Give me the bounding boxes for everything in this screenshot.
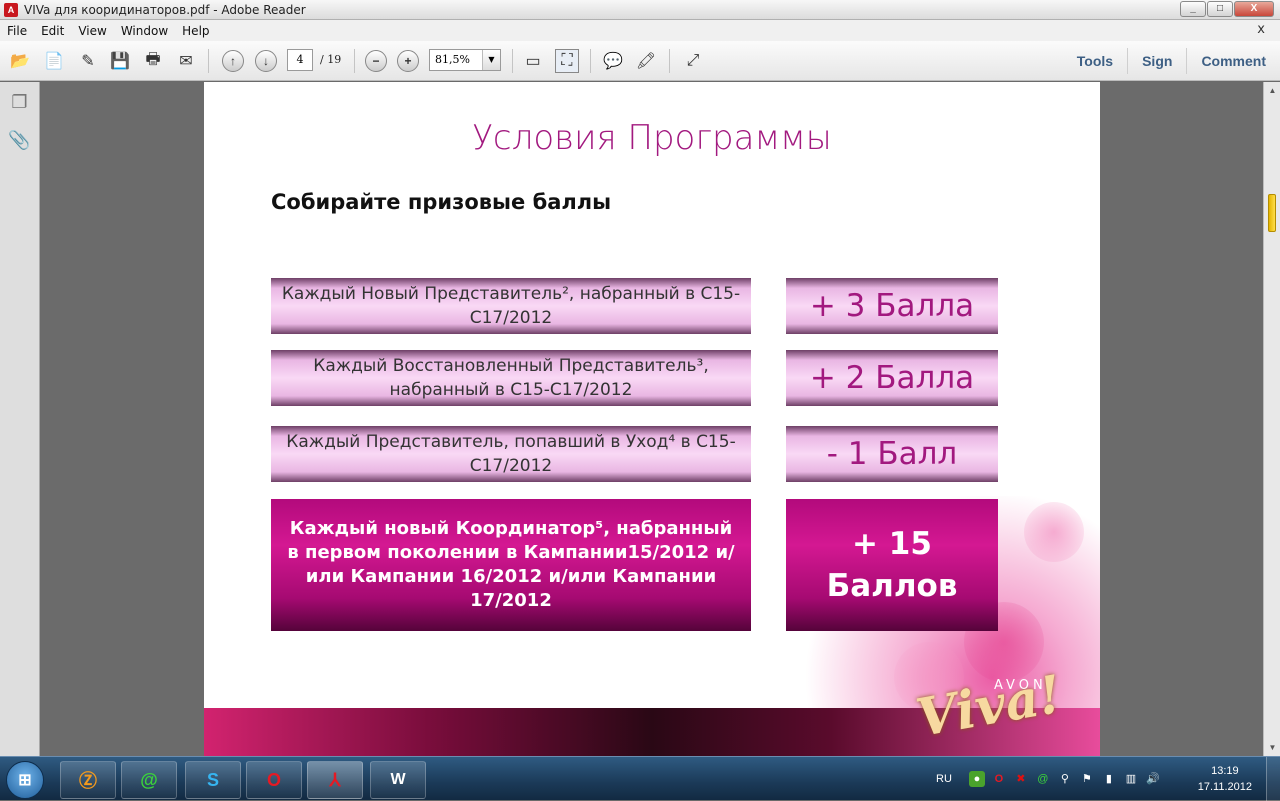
condition-new-coordinator: Каждый новый Координатор⁵, набранный в п… <box>271 499 751 631</box>
scroll-down-icon[interactable]: ▼ <box>1264 739 1280 756</box>
points-departed-representative: - 1 Балл <box>786 426 998 482</box>
print-icon[interactable]: 🖶 <box>141 49 165 73</box>
arrow-up-icon: ↑ <box>222 50 244 72</box>
zoom-out-button[interactable]: − <box>364 49 388 73</box>
menu-bar: File Edit View Window Help x <box>0 20 1280 41</box>
previous-page-button[interactable]: ↑ <box>221 49 245 73</box>
email-icon[interactable]: ✉ <box>174 49 198 73</box>
avon-logo: AVON <box>994 678 1047 693</box>
adobe-reader-taskbar-icon[interactable]: ⅄ <box>307 761 363 799</box>
system-tray: RU ● O ✖ @ ⚲ ⚑ ▮ ▥ 🔊 <box>936 757 1164 801</box>
create-pdf-icon[interactable]: 📄 <box>42 49 66 73</box>
clock-time: 13:19 <box>1211 765 1239 777</box>
next-page-button[interactable]: ↓ <box>254 49 278 73</box>
zoom-level-select[interactable]: 81,5% ▼ <box>429 49 501 71</box>
page-separator: / <box>320 53 324 66</box>
chevron-down-icon[interactable]: ▼ <box>482 50 500 70</box>
fit-width-icon[interactable]: ⛶ <box>555 49 579 73</box>
clock-date: 17.11.2012 <box>1197 781 1252 793</box>
menu-edit[interactable]: Edit <box>34 24 71 38</box>
minimize-button[interactable]: _ <box>1180 1 1206 17</box>
open-icon[interactable]: 📂 <box>8 49 32 73</box>
battery-icon[interactable]: ▮ <box>1101 771 1117 787</box>
toolbar-separator <box>208 49 209 73</box>
toolbar-separator <box>669 49 670 73</box>
fit-page-icon[interactable]: ▭ <box>521 49 545 73</box>
tray-app-icon[interactable]: ● <box>968 771 985 787</box>
minus-icon: − <box>365 50 387 72</box>
clock[interactable]: 13:19 17.11.2012 <box>1198 763 1252 795</box>
close-button[interactable]: X <box>1234 1 1274 17</box>
attachment-icon[interactable]: 📎 <box>8 128 32 152</box>
mail-agent-icon[interactable]: @ <box>121 761 177 799</box>
full-screen-icon[interactable]: ⤢ <box>681 49 705 73</box>
word-icon[interactable]: W <box>370 761 426 799</box>
arrow-down-icon: ↓ <box>255 50 277 72</box>
right-panel-links: Tools Sign Comment <box>1063 41 1280 81</box>
opera-icon[interactable]: O <box>246 761 302 799</box>
taskbar-app-icon[interactable]: Ⓩ <box>60 761 116 799</box>
menu-view[interactable]: View <box>71 24 113 38</box>
network-icon[interactable]: ▥ <box>1123 771 1139 787</box>
scroll-up-icon[interactable]: ▲ <box>1264 82 1280 99</box>
points-new-coordinator: + 15 Баллов <box>786 499 998 631</box>
pdf-page: Условия Программы Собирайте призовые бал… <box>204 82 1100 756</box>
tools-link[interactable]: Tools <box>1063 48 1127 74</box>
comment-link[interactable]: Comment <box>1186 48 1280 74</box>
toolbar-separator <box>354 49 355 73</box>
flag-icon[interactable]: ⚑ <box>1079 771 1095 787</box>
condition-restored-representative: Каждый Восстановленный Представитель³, н… <box>271 350 751 406</box>
document-area: Условия Программы Собирайте призовые бал… <box>41 82 1263 756</box>
vertical-scrollbar[interactable]: ▲ ▼ <box>1263 82 1280 756</box>
maximize-button[interactable]: □ <box>1207 1 1233 17</box>
window-controls: _ □ X <box>1179 1 1274 17</box>
page-count: 19 <box>327 53 342 66</box>
save-icon[interactable]: 💾 <box>108 49 132 73</box>
points-new-representative: + 3 Балла <box>786 278 998 334</box>
antivirus-icon[interactable]: ✖ <box>1013 771 1029 787</box>
adobe-reader-icon: A <box>4 2 18 17</box>
sign-link[interactable]: Sign <box>1127 48 1186 74</box>
show-desktop-button[interactable] <box>1266 757 1280 801</box>
usb-icon[interactable]: ⚲ <box>1057 771 1073 787</box>
condition-departed-representative: Каждый Представитель, попавший в Уход⁴ в… <box>271 426 751 482</box>
taskbar: ⊞ Ⓩ @ S O ⅄ W RU ● O ✖ @ ⚲ ⚑ ▮ ▥ 🔊 13:19… <box>0 756 1280 801</box>
window-title: VIVa для кооридинаторов.pdf - Adobe Read… <box>24 2 306 17</box>
language-indicator[interactable]: RU <box>936 773 952 785</box>
menu-window[interactable]: Window <box>114 24 175 38</box>
page-title: Условия Программы <box>472 118 832 158</box>
edit-icon[interactable]: ✎ <box>76 49 100 73</box>
close-document-button[interactable]: x <box>1250 22 1272 37</box>
toolbar-separator <box>512 49 513 73</box>
highlight-icon[interactable]: 🖍 <box>634 49 658 73</box>
zoom-value: 81,5% <box>435 53 470 66</box>
mail-tray-icon[interactable]: @ <box>1035 771 1051 787</box>
toolbar-separator <box>590 49 591 73</box>
skype-icon[interactable]: S <box>185 761 241 799</box>
volume-icon[interactable]: 🔊 <box>1145 771 1161 787</box>
subtitle: Собирайте призовые баллы <box>271 190 612 214</box>
title-bar: A VIVa для кооридинаторов.pdf - Adobe Re… <box>0 0 1280 20</box>
menu-help[interactable]: Help <box>175 24 216 38</box>
menu-file[interactable]: File <box>0 24 34 38</box>
start-button[interactable]: ⊞ <box>6 761 44 799</box>
comment-bubble-icon[interactable]: 💬 <box>601 49 625 73</box>
zoom-in-button[interactable]: + <box>396 49 420 73</box>
points-restored-representative: + 2 Балла <box>786 350 998 406</box>
bokeh-light <box>1024 502 1084 562</box>
pages-icon[interactable]: ❐ <box>8 90 32 114</box>
page-number-input[interactable]: 4 <box>287 49 313 71</box>
condition-new-representative: Каждый Новый Представитель², набранный в… <box>271 278 751 334</box>
opera-tray-icon[interactable]: O <box>991 771 1007 787</box>
scroll-thumb[interactable] <box>1268 194 1276 232</box>
plus-icon: + <box>397 50 419 72</box>
page-total: / 19 <box>320 53 341 66</box>
navigation-pane: ❐ 📎 <box>0 82 40 756</box>
